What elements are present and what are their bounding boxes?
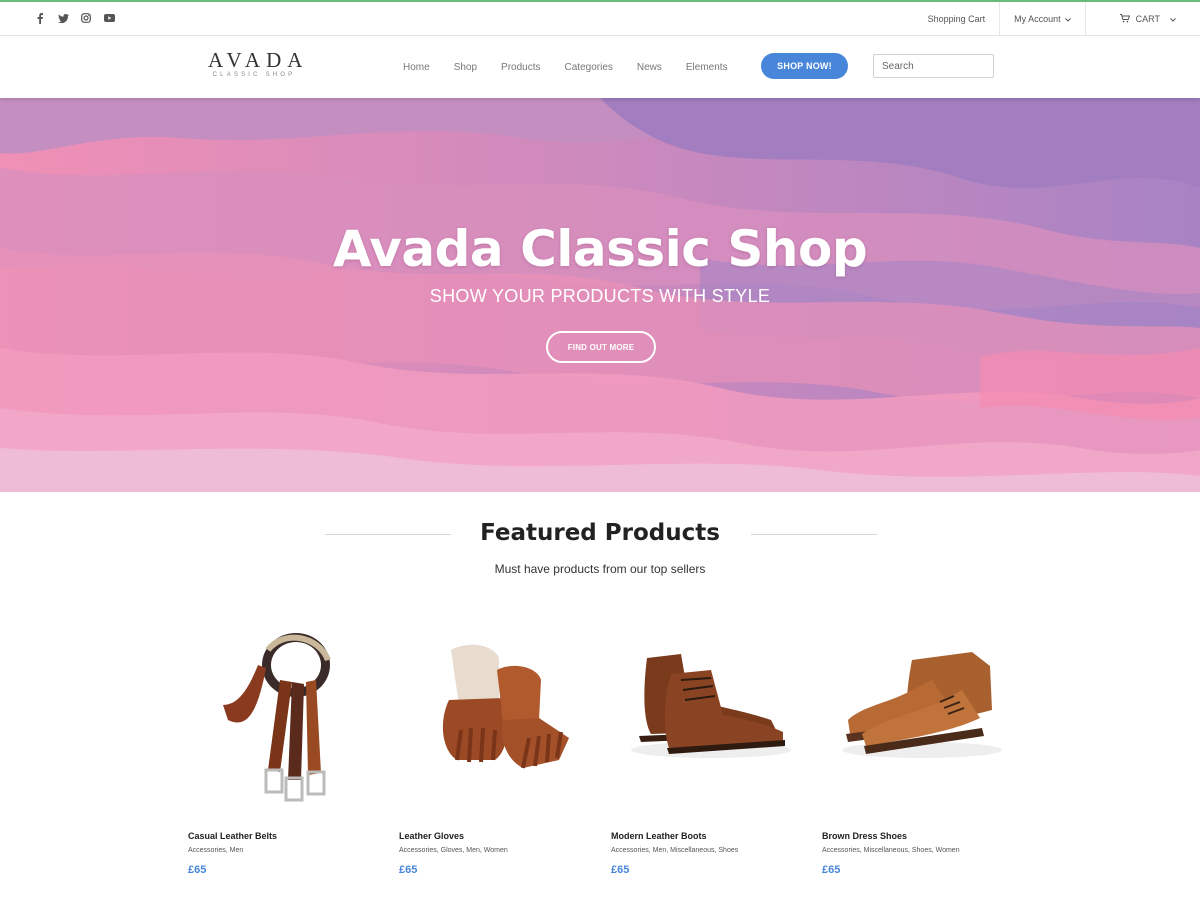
- nav-item-home[interactable]: Home: [403, 62, 430, 73]
- social-links: [34, 11, 115, 25]
- nav-item-categories[interactable]: Categories: [565, 62, 613, 73]
- product-name[interactable]: Modern Leather Boots: [611, 831, 707, 841]
- cart-menu[interactable]: CART: [1084, 2, 1200, 36]
- instagram-icon[interactable]: [80, 11, 92, 25]
- hero-banner: Avada Classic Shop SHOW YOUR PRODUCTS WI…: [0, 98, 1200, 492]
- main-nav: Home Shop Products Categories News Eleme…: [403, 36, 752, 98]
- product-categories[interactable]: Accessories, Miscellaneous, Shoes, Women: [822, 847, 960, 854]
- nav-item-news[interactable]: News: [637, 62, 662, 73]
- product-card[interactable]: Brown Dress Shoes Accessories, Miscellan…: [822, 610, 1022, 876]
- featured-products-title: Featured Products: [480, 520, 720, 546]
- product-price: £65: [611, 864, 630, 876]
- cart-label: CART: [1135, 14, 1160, 24]
- product-card[interactable]: Leather Gloves Accessories, Gloves, Men,…: [399, 610, 599, 876]
- product-categories[interactable]: Accessories, Gloves, Men, Women: [399, 847, 508, 854]
- chevron-down-icon: [1064, 14, 1071, 24]
- nav-item-shop[interactable]: Shop: [454, 62, 477, 73]
- nav-item-products[interactable]: Products: [501, 62, 540, 73]
- product-name[interactable]: Brown Dress Shoes: [822, 831, 907, 841]
- hero-title: Avada Classic Shop: [332, 220, 868, 278]
- product-card[interactable]: Casual Leather Belts Accessories, Men £6…: [188, 610, 388, 876]
- product-name[interactable]: Leather Gloves: [399, 831, 464, 841]
- logo-sub-text: CLASSIC SHOP: [212, 72, 296, 78]
- main-header: AVADA CLASSIC SHOP Home Shop Products Ca…: [0, 36, 1200, 98]
- top-links: Shopping Cart My Account CART: [914, 2, 1200, 36]
- site-logo[interactable]: AVADA CLASSIC SHOP: [204, 50, 304, 80]
- twitter-icon[interactable]: [57, 11, 69, 25]
- search-input[interactable]: [873, 54, 994, 78]
- my-account-menu[interactable]: My Account: [999, 2, 1085, 36]
- product-price: £65: [188, 864, 207, 876]
- product-image-boots[interactable]: [611, 610, 811, 820]
- hero-subtitle: SHOW YOUR PRODUCTS WITH STYLE: [429, 286, 771, 306]
- product-price: £65: [822, 864, 841, 876]
- cart-icon: [1119, 13, 1130, 25]
- shopping-cart-link[interactable]: Shopping Cart: [914, 2, 1000, 36]
- logo-main-text: AVADA: [208, 48, 309, 72]
- product-card[interactable]: Modern Leather Boots Accessories, Men, M…: [611, 610, 811, 876]
- my-account-label: My Account: [1014, 14, 1061, 24]
- facebook-icon[interactable]: [34, 11, 46, 25]
- product-price: £65: [399, 864, 418, 876]
- youtube-icon[interactable]: [103, 11, 115, 25]
- product-categories[interactable]: Accessories, Men, Miscellaneous, Shoes: [611, 847, 738, 854]
- product-image-belts[interactable]: [188, 610, 388, 820]
- nav-item-elements[interactable]: Elements: [686, 62, 728, 73]
- featured-products-subtitle: Must have products from our top sellers: [494, 562, 706, 576]
- shopping-cart-label: Shopping Cart: [927, 14, 986, 24]
- product-image-gloves[interactable]: [399, 610, 599, 820]
- product-image-shoes[interactable]: [822, 610, 1022, 820]
- product-categories[interactable]: Accessories, Men: [188, 847, 243, 854]
- top-utility-bar: Shopping Cart My Account CART: [0, 2, 1200, 36]
- product-name[interactable]: Casual Leather Belts: [188, 831, 277, 841]
- shop-now-button[interactable]: SHOP NOW!: [761, 53, 848, 79]
- chevron-down-icon: [1170, 14, 1176, 24]
- find-out-more-button[interactable]: FIND OUT MORE: [546, 331, 656, 363]
